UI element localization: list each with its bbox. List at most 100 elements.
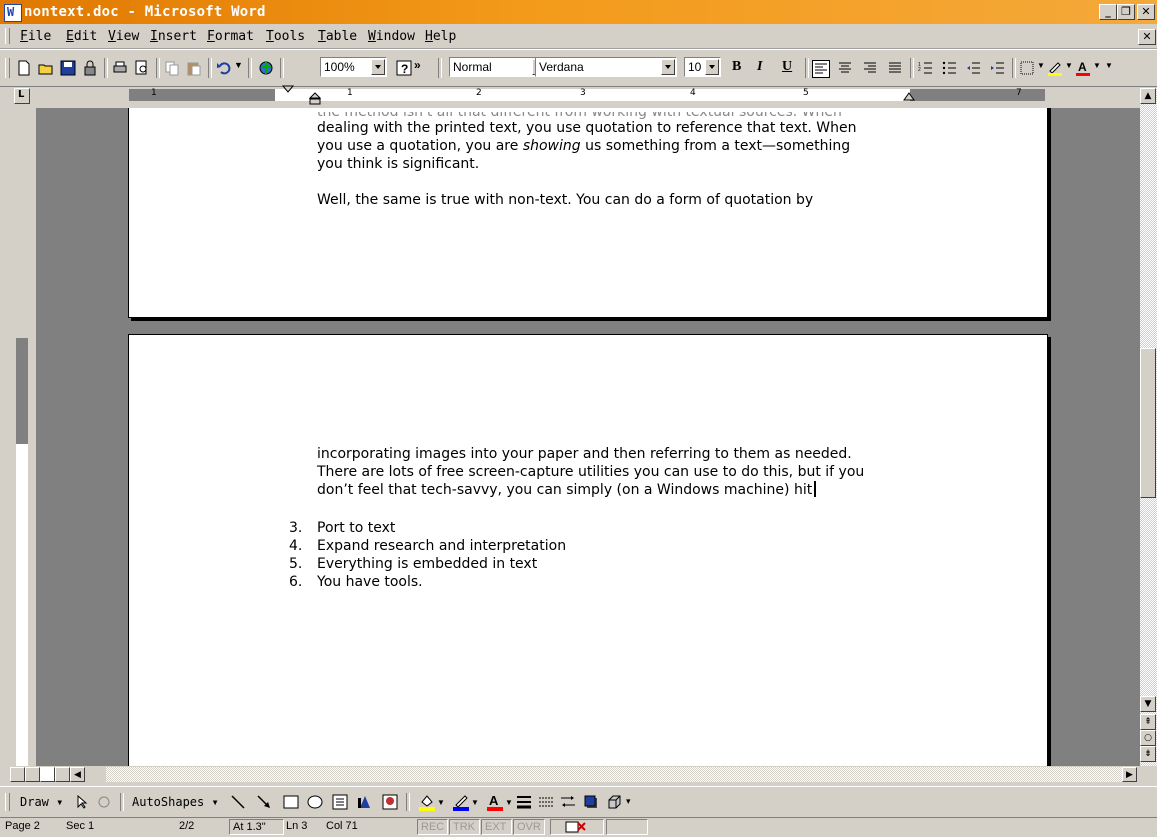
menubar-grip[interactable] bbox=[5, 28, 10, 44]
print-icon[interactable] bbox=[112, 60, 128, 76]
line-style-icon[interactable] bbox=[516, 794, 532, 810]
numbering-icon[interactable]: 12 bbox=[918, 60, 934, 76]
copy-icon[interactable] bbox=[164, 60, 180, 76]
tab-selector-button[interactable] bbox=[14, 88, 30, 104]
vertical-scrollbar[interactable]: ▲ ▼ ⇞ ○ ⇟ bbox=[1140, 88, 1157, 766]
paste-icon[interactable] bbox=[186, 60, 202, 76]
rectangle-tool-icon[interactable] bbox=[283, 794, 299, 810]
fill-color-icon[interactable] bbox=[418, 793, 436, 811]
scroll-right-button[interactable]: ▶ bbox=[1122, 767, 1137, 782]
print-layout-view-button[interactable] bbox=[40, 767, 55, 782]
open-folder-icon[interactable] bbox=[38, 60, 54, 76]
clip-art-icon[interactable] bbox=[382, 794, 398, 810]
next-page-button[interactable]: ⇟ bbox=[1140, 746, 1156, 762]
free-rotate-icon[interactable] bbox=[97, 795, 111, 809]
align-center-icon[interactable] bbox=[837, 60, 853, 76]
spelling-status[interactable] bbox=[550, 819, 604, 835]
horizontal-scrollbar[interactable] bbox=[106, 767, 1122, 782]
horizontal-ruler[interactable]: 1 1 2 3 4 5 7 bbox=[129, 85, 1045, 105]
web-layout-view-button[interactable] bbox=[25, 767, 40, 782]
print-preview-icon[interactable] bbox=[134, 60, 150, 76]
arrow-style-icon[interactable] bbox=[560, 794, 576, 810]
select-browse-object-button[interactable]: ○ bbox=[1140, 730, 1156, 746]
oval-tool-icon[interactable] bbox=[307, 794, 323, 810]
status-ext[interactable]: EXT bbox=[481, 819, 512, 835]
undo-dropdown-icon[interactable]: ▼ bbox=[234, 60, 243, 70]
dash-style-icon[interactable] bbox=[538, 794, 554, 810]
undo-icon[interactable] bbox=[216, 60, 232, 76]
shadow-style-icon[interactable] bbox=[583, 794, 599, 810]
zoom-select[interactable]: 100% bbox=[320, 57, 387, 77]
increase-indent-icon[interactable] bbox=[990, 60, 1006, 76]
draw-font-color-icon[interactable]: A bbox=[486, 793, 504, 811]
menu-window[interactable]: Window bbox=[368, 29, 415, 44]
status-ovr[interactable]: OVR bbox=[513, 819, 545, 835]
status-line[interactable]: Ln 3 bbox=[283, 819, 321, 835]
new-document-icon[interactable] bbox=[16, 60, 32, 76]
menu-help[interactable]: Help bbox=[425, 29, 456, 44]
previous-page-button[interactable]: ⇞ bbox=[1140, 714, 1156, 730]
text-box-tool-icon[interactable] bbox=[332, 794, 348, 810]
justify-icon[interactable] bbox=[887, 60, 903, 76]
draw-font-color-dropdown-icon[interactable]: ▼ bbox=[505, 798, 513, 807]
menu-insert[interactable]: Insert bbox=[150, 29, 197, 44]
word-document-icon[interactable] bbox=[4, 4, 22, 22]
scroll-down-button[interactable]: ▼ bbox=[1140, 696, 1156, 712]
document-area[interactable]: the method isn't all that different from… bbox=[36, 108, 1140, 766]
scroll-left-button[interactable]: ◀ bbox=[70, 767, 85, 782]
close-document-button[interactable]: ✕ bbox=[1138, 29, 1156, 45]
line-color-dropdown-icon[interactable]: ▼ bbox=[471, 798, 479, 807]
page-1[interactable]: the method isn't all that different from… bbox=[128, 108, 1048, 318]
autoshapes-menu-button[interactable]: AutoShapes ▾ bbox=[132, 795, 219, 809]
status-page-count[interactable]: 2/2 bbox=[176, 819, 226, 835]
help-icon[interactable]: ? bbox=[396, 60, 412, 76]
status-language[interactable] bbox=[606, 819, 648, 835]
menu-file[interactable]: File bbox=[20, 29, 51, 44]
select-objects-arrow-icon[interactable] bbox=[76, 795, 90, 809]
wordart-tool-icon[interactable] bbox=[357, 794, 373, 810]
menu-view[interactable]: View bbox=[108, 29, 139, 44]
line-color-icon[interactable] bbox=[452, 793, 470, 811]
minimize-button[interactable]: _ bbox=[1099, 4, 1117, 20]
toolbar-grip[interactable] bbox=[5, 58, 10, 78]
line-tool-icon[interactable] bbox=[230, 794, 246, 810]
status-rec[interactable]: REC bbox=[417, 819, 448, 835]
decrease-indent-icon[interactable] bbox=[966, 60, 982, 76]
status-column[interactable]: Col 71 bbox=[323, 819, 405, 835]
menu-table[interactable]: Table bbox=[318, 29, 357, 44]
italic-button[interactable]: I bbox=[757, 59, 762, 75]
font-size-select[interactable]: 10 bbox=[684, 57, 721, 77]
bullets-icon[interactable] bbox=[942, 60, 958, 76]
status-page[interactable]: Page 2 bbox=[2, 819, 56, 835]
borders-dropdown-icon[interactable]: ▼ bbox=[1037, 61, 1045, 70]
highlight-dropdown-icon[interactable]: ▼ bbox=[1065, 61, 1073, 70]
fill-color-dropdown-icon[interactable]: ▼ bbox=[437, 798, 445, 807]
align-right-icon[interactable] bbox=[862, 60, 878, 76]
vertical-scroll-thumb[interactable] bbox=[1140, 348, 1156, 498]
permission-icon[interactable] bbox=[82, 60, 98, 76]
hyperlink-globe-icon[interactable] bbox=[258, 60, 274, 76]
status-trk[interactable]: TRK bbox=[449, 819, 480, 835]
font-color-icon[interactable]: A bbox=[1075, 60, 1091, 76]
highlight-icon[interactable] bbox=[1047, 60, 1063, 76]
status-section[interactable]: Sec 1 bbox=[63, 819, 115, 835]
left-indent-marker[interactable] bbox=[309, 92, 321, 106]
status-at[interactable]: At 1.3" bbox=[229, 819, 284, 835]
drawbar-grip[interactable] bbox=[5, 793, 10, 811]
3d-style-icon[interactable] bbox=[606, 794, 622, 810]
toolbar-options-icon[interactable]: ▼ bbox=[1105, 61, 1113, 70]
first-line-indent-marker[interactable] bbox=[282, 85, 294, 101]
font-select[interactable]: Verdana bbox=[535, 57, 677, 77]
align-left-icon[interactable] bbox=[812, 60, 830, 78]
borders-icon[interactable] bbox=[1019, 60, 1035, 76]
drawbar-options-icon[interactable]: ▾ bbox=[626, 796, 631, 807]
arrow-tool-icon[interactable] bbox=[256, 794, 272, 810]
toolbar-options-chevron[interactable]: » bbox=[414, 58, 421, 72]
font-color-dropdown-icon[interactable]: ▼ bbox=[1093, 61, 1101, 70]
underline-button[interactable]: U bbox=[782, 59, 792, 75]
draw-menu-button[interactable]: Draw ▾ bbox=[20, 795, 63, 809]
page-2[interactable]: incorporating images into your paper and… bbox=[128, 334, 1048, 766]
bold-button[interactable]: B bbox=[732, 59, 741, 75]
vertical-ruler[interactable] bbox=[14, 108, 30, 766]
style-select[interactable]: Normal bbox=[449, 57, 548, 77]
